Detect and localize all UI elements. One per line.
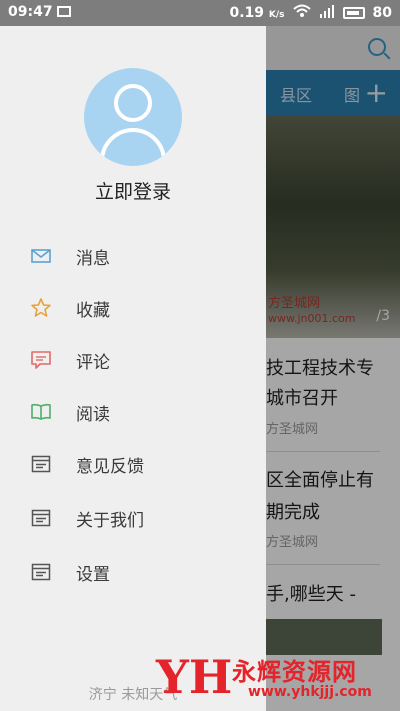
menu-label: 意见反馈: [76, 456, 144, 477]
settings-icon: [30, 561, 52, 583]
user-head-icon: [114, 84, 152, 122]
menu-label: 设置: [76, 564, 110, 585]
menu-item-reading[interactable]: 阅读: [0, 392, 266, 432]
menu-item-messages[interactable]: 消息: [0, 236, 266, 276]
menu-item-settings[interactable]: 设置: [0, 552, 266, 592]
menu-item-comments[interactable]: 评论: [0, 340, 266, 380]
menu-item-feedback[interactable]: 意见反馈: [0, 444, 266, 484]
menu-item-about[interactable]: 关于我们: [0, 498, 266, 538]
navigation-drawer: 立即登录 消息 收藏 评论 阅读 意见反馈 关于我们 设置 济宁 未知天气: [0, 26, 266, 711]
image-notification-icon: [57, 6, 71, 17]
star-icon: [30, 297, 52, 319]
watermark: YH 永辉资源网 www.yhkjjj.com: [150, 650, 400, 706]
avatar[interactable]: [84, 68, 182, 166]
battery-icon: [342, 7, 365, 19]
menu-label: 评论: [76, 352, 110, 373]
wifi-icon: [292, 4, 311, 22]
status-indicators: 0.19 K/s 80: [229, 4, 392, 22]
comment-icon: [30, 349, 52, 371]
about-icon: [30, 507, 52, 529]
overlay-scrim[interactable]: [266, 26, 400, 711]
menu-label: 阅读: [76, 404, 110, 425]
user-body-icon: [100, 128, 166, 166]
status-time: 09:47: [8, 4, 53, 20]
menu-item-favorites[interactable]: 收藏: [0, 288, 266, 328]
network-speed: 0.19 K/s: [229, 5, 285, 21]
login-button[interactable]: 立即登录: [0, 177, 266, 204]
watermark-title: 永辉资源网: [232, 658, 357, 686]
signal-icon: [319, 4, 335, 22]
battery-level: 80: [372, 5, 392, 21]
envelope-icon: [30, 245, 52, 267]
watermark-url: www.yhkjjj.com: [248, 684, 372, 700]
status-bar: 09:47 0.19 K/s 80: [0, 0, 400, 26]
menu-label: 消息: [76, 248, 110, 269]
menu-label: 关于我们: [76, 510, 144, 531]
menu-label: 收藏: [76, 300, 110, 321]
book-icon: [30, 401, 52, 423]
watermark-logo: YH: [156, 650, 233, 704]
feedback-icon: [30, 453, 52, 475]
